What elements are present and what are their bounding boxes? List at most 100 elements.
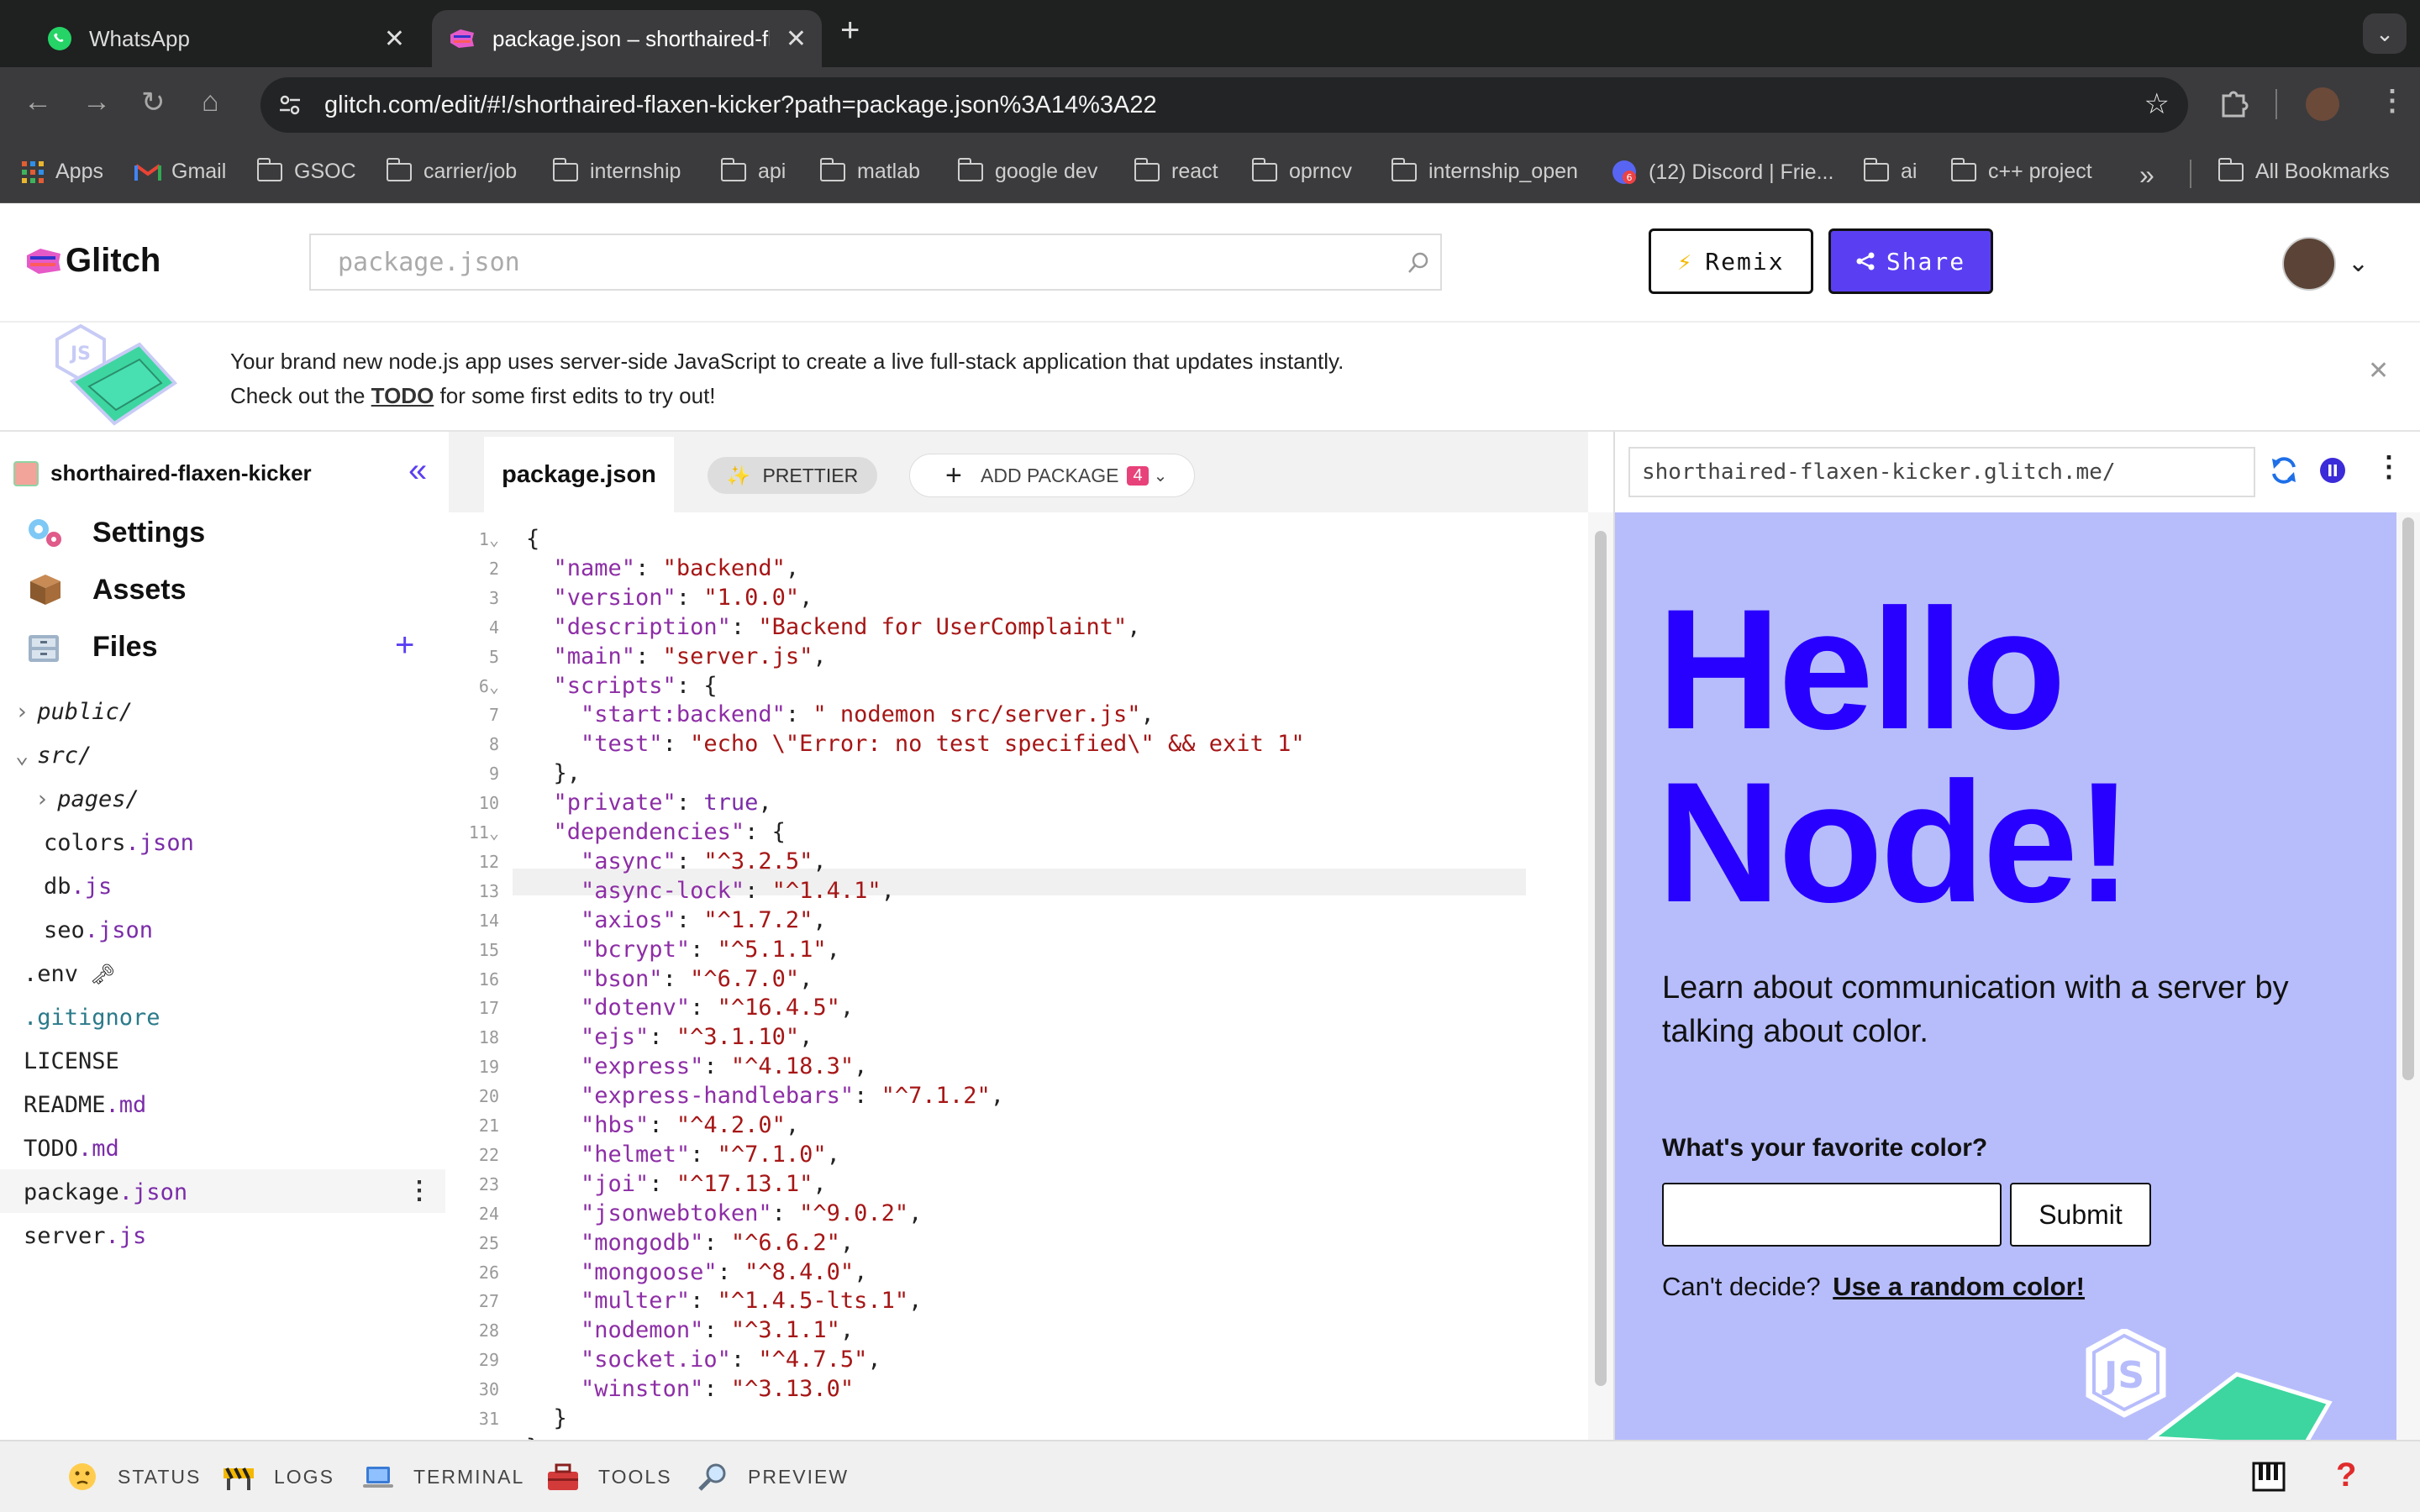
sidebar-item-assets[interactable]: Assets [25,573,187,606]
new-tab-button[interactable]: + [840,12,860,50]
json-punct: , [1140,701,1155,728]
bookmark-folder[interactable]: react [1134,157,1218,184]
bookmark-folder[interactable]: c++ project [1951,157,2092,184]
file-seo-json[interactable]: seo.json [44,917,153,943]
prettier-button[interactable]: ✨ PRETTIER [708,457,877,494]
todo-link[interactable]: TODO [371,383,434,408]
pause-preview-icon[interactable] [2319,457,2346,484]
bookmark-label: ai [1901,160,1918,183]
tab-package-json[interactable]: package.json – shorthaired-fl ✕ [432,10,822,67]
sidebar-item-settings[interactable]: Settings [25,516,205,549]
folder-src[interactable]: ⌄ src/ [15,743,92,769]
json-value: "^3.1.10" [676,1024,800,1051]
color-input[interactable] [1662,1183,2002,1247]
address-bar[interactable]: glitch.com/edit/#!/shorthaired-flaxen-ki… [260,77,2188,133]
json-punct [526,1024,581,1050]
more-bookmarks-icon[interactable]: » [2139,160,2154,191]
extensions-icon[interactable] [2218,86,2252,119]
file-readme-md[interactable]: README.md [24,1092,146,1118]
file-colors-json[interactable]: colors.json [44,830,194,856]
preview-scrollbar[interactable] [2396,512,2420,1440]
bookmark-folder[interactable]: internship_open [1392,157,1578,184]
project-name-label: shorthaired-flaxen-kicker [50,460,312,486]
folder-public[interactable]: › public/ [15,699,133,725]
back-icon[interactable]: ← [24,86,52,118]
bookmark-folder[interactable]: matlab [820,157,920,184]
line-number: 8 [488,734,499,755]
bookmark-folder[interactable]: ai [1864,157,1918,184]
close-tab-icon[interactable]: ✕ [786,24,807,54]
glitch-logo[interactable]: Glitch [25,242,160,280]
add-package-button[interactable]: + ADD PACKAGE 4 ⌄ [909,454,1195,497]
submit-button[interactable]: Submit [2010,1183,2151,1247]
collapse-sidebar-icon[interactable]: « [408,452,427,490]
terminal-button[interactable]: TERMINAL [361,1462,524,1492]
file-name: .env [24,961,79,987]
preview-options-icon[interactable]: ⋮ [2375,450,2403,484]
random-color-link[interactable]: Use a random color! [1833,1272,2085,1301]
all-bookmarks[interactable]: All Bookmarks [2218,157,2390,184]
sidebar-item-files[interactable]: Files [25,630,157,664]
preview-button[interactable]: PREVIEW [696,1462,849,1492]
scrollbar-thumb[interactable] [1595,531,1607,1386]
bookmark-folder[interactable]: api [721,157,786,184]
file-db-js[interactable]: db.js [44,874,112,900]
site-settings-icon[interactable] [277,92,302,118]
add-file-button[interactable]: + [395,627,414,664]
tab-search-button[interactable]: ⌄ [2363,13,2407,54]
home-icon[interactable]: ⌂ [202,86,219,118]
bookmark-folder[interactable]: internship [553,157,681,184]
file-server-js[interactable]: server.js [24,1223,146,1249]
files-cabinet-icon [29,635,59,662]
user-avatar[interactable] [2282,237,2336,291]
profile-avatar[interactable] [2306,87,2339,121]
preview-url-field[interactable]: shorthaired-flaxen-kicker.glitch.me/ [1628,447,2255,497]
bookmark-folder[interactable]: google dev [958,157,1098,184]
sidebar-item-label: Files [92,630,158,663]
code-editor[interactable]: 1⌄ {2 "name": "backend", 3 "version": "1.0… [449,512,1588,1488]
bookmark-folder[interactable]: GSOC [257,157,356,184]
tools-button[interactable]: TOOLS [546,1462,672,1492]
bookmark-discord[interactable]: 6 (12) Discord | Frie... [1612,160,1833,185]
file-license[interactable]: LICENSE [24,1048,119,1074]
remix-button[interactable]: ⚡ Remix [1649,228,1813,294]
line-number: 31 [478,1409,499,1429]
json-key: "multer" [581,1288,691,1315]
keyboard-shortcuts-icon[interactable] [2252,1460,2286,1494]
reload-icon[interactable]: ↻ [141,86,166,119]
tab-package-json-editor[interactable]: package.json [484,437,674,512]
file-gitignore[interactable]: .gitignore [24,1005,160,1031]
bookmark-apps[interactable]: Apps [22,160,103,184]
bookmark-folder[interactable]: oprncv [1252,157,1352,184]
search-input[interactable]: package.json [309,234,1442,291]
refresh-preview-icon[interactable] [2269,455,2299,486]
line-number: 3 [488,587,499,608]
file-package-json[interactable]: package.json [24,1179,187,1205]
logs-button[interactable]: LOGS [222,1462,334,1492]
bookmark-folder[interactable]: carrier/job [387,157,517,184]
json-value: "^1.7.2" [703,906,813,933]
close-tab-icon[interactable]: ✕ [384,24,405,54]
project-name[interactable]: shorthaired-flaxen-kicker [13,460,312,486]
file-todo-md[interactable]: TODO.md [24,1136,119,1162]
scrollbar-thumb[interactable] [2402,517,2414,1080]
status-button[interactable]: STATUS [66,1462,201,1492]
json-punct [526,848,581,874]
bookmark-gmail[interactable]: Gmail [134,160,226,184]
editor-scrollbar[interactable] [1588,512,1613,1440]
random-color-row: Can't decide? Use a random color! [1662,1272,2085,1302]
browser-menu-icon[interactable]: ⋮ [2378,84,2407,118]
chevron-down-icon[interactable]: ⌄ [2348,249,2369,278]
bookmark-label: google dev [995,160,1098,183]
share-button[interactable]: Share [1828,228,1993,294]
forward-icon[interactable]: → [82,86,111,118]
json-punct: : [635,643,663,669]
help-icon[interactable]: ? [2336,1457,2356,1494]
close-banner-icon[interactable]: ✕ [2368,356,2389,386]
file-env[interactable]: .env 🗝 [24,961,116,987]
tab-whatsapp[interactable]: WhatsApp ✕ [17,10,420,67]
file-options-icon[interactable]: ⋮ [407,1176,432,1205]
settings-icon [29,519,61,547]
bookmark-star-icon[interactable]: ☆ [2144,87,2170,121]
folder-pages[interactable]: › pages/ [35,786,139,812]
